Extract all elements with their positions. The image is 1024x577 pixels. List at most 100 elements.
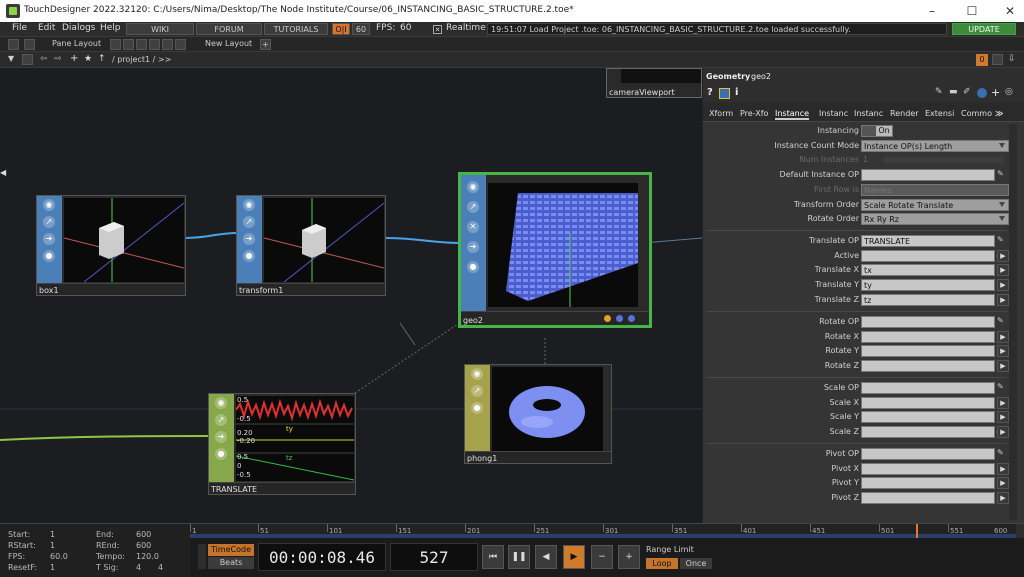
node-cameraviewport[interactable]: cameraViewport — [606, 68, 702, 98]
timecode-toggle[interactable]: TimeCode — [208, 544, 254, 556]
op-picker-icon[interactable]: ✎ — [997, 382, 1004, 391]
arrow-right-icon[interactable]: ▶ — [997, 492, 1009, 504]
viewer-icon[interactable]: ◉ — [43, 199, 55, 211]
minus-icon[interactable]: − — [591, 545, 613, 569]
frame-display[interactable]: 527 — [390, 543, 478, 571]
rend-value[interactable]: 600 — [136, 541, 151, 550]
next-icon[interactable]: ➜ — [467, 241, 479, 253]
arrow-right-icon[interactable]: ▶ — [997, 411, 1009, 423]
timecode-handle[interactable] — [198, 544, 206, 569]
timeline-side-handle[interactable] — [1016, 524, 1024, 538]
tab-xform[interactable]: Xform — [709, 109, 733, 118]
op-picker-icon[interactable]: ✎ — [997, 448, 1004, 457]
menu-help[interactable]: Help — [100, 23, 121, 33]
tutorials-button[interactable]: TUTORIALS — [264, 23, 328, 35]
step-back-icon[interactable]: ◀ — [535, 545, 557, 569]
viewer-icon[interactable]: ◉ — [467, 181, 479, 193]
pivot-y-field[interactable] — [861, 477, 995, 489]
forum-button[interactable]: FORUM — [196, 23, 262, 35]
pivot-x-field[interactable] — [861, 463, 995, 475]
geo2-pick-flag-icon[interactable] — [628, 315, 635, 322]
lock-icon[interactable]: ● — [215, 448, 227, 460]
menu-edit[interactable]: Edit — [38, 23, 55, 33]
bypass-icon[interactable]: ↗ — [471, 385, 483, 397]
instancing-toggle[interactable]: On — [861, 125, 893, 137]
rotate-z-field[interactable] — [861, 360, 995, 372]
lock-icon[interactable]: ● — [467, 261, 479, 273]
rotate-op-field[interactable] — [861, 316, 995, 328]
lock-icon[interactable]: ● — [471, 402, 483, 414]
node-box1[interactable]: ◉ ↗ ➜ ● box1 — [36, 195, 186, 296]
arrow-right-icon[interactable]: ▶ — [997, 426, 1009, 438]
translate-y-field[interactable]: ty — [861, 279, 995, 291]
menu-file[interactable]: File — [12, 23, 27, 33]
layout-1-icon[interactable] — [110, 39, 121, 50]
network-path[interactable]: / project1 / >> — [112, 55, 171, 64]
node-translate[interactable]: ◉ ↗ ➜ ● 0.5 -0.5 0.20 -0.20 ty 0.5 0 -0.… — [208, 393, 356, 495]
geo2-display-flag-icon[interactable] — [616, 315, 623, 322]
close-icon[interactable]: ✕ — [467, 221, 479, 233]
instance-count-mode-select[interactable]: Instance OP(s) Length — [861, 140, 1009, 152]
rewind-icon[interactable]: ⏮ — [482, 545, 504, 569]
tabs-more-icon[interactable]: ≫ — [995, 109, 1003, 118]
translate-op-field[interactable]: TRANSLATE — [861, 235, 995, 247]
tab-instance[interactable]: Instance — [775, 109, 810, 120]
translate-x-field[interactable]: tx — [861, 264, 995, 276]
star-icon[interactable]: ★ — [84, 54, 92, 64]
up-icon[interactable]: ↑ — [98, 54, 106, 64]
wiki-button[interactable]: WIKI — [126, 23, 194, 35]
layout-5-icon[interactable] — [162, 39, 173, 50]
rotate-order-select[interactable]: Rx Ry Rz — [861, 213, 1009, 225]
scale-op-field[interactable] — [861, 382, 995, 394]
pause-icon[interactable]: ❚❚ — [508, 545, 530, 569]
tab-pre-xform[interactable]: Pre-Xfo — [740, 109, 768, 118]
new-layout-label[interactable]: New Layout — [205, 39, 252, 48]
pane-menu-icon[interactable] — [992, 54, 1003, 65]
lock-icon[interactable]: ● — [43, 250, 55, 262]
pane-icon[interactable] — [8, 39, 19, 50]
add-icon[interactable]: + — [991, 86, 1000, 99]
timeline-ruler[interactable]: 1 51 101 151 201 251 301 351 401 451 501… — [190, 524, 1016, 538]
collapse-left-icon[interactable]: ◀ — [0, 168, 6, 186]
node-phong1[interactable]: ◉ ↗ ● phong1 — [464, 364, 612, 464]
python-help-icon[interactable] — [719, 88, 730, 99]
arrow-right-icon[interactable]: ▶ — [997, 264, 1009, 276]
bypass-icon[interactable]: ↗ — [215, 414, 227, 426]
close-icon[interactable]: ✕ — [1002, 3, 1018, 19]
stop-icon[interactable] — [22, 54, 33, 65]
fps-target[interactable]: 60 — [352, 23, 370, 35]
pivot-z-field[interactable] — [861, 492, 995, 504]
forward-icon[interactable]: ⇨ — [54, 54, 62, 64]
loop-toggle[interactable]: Loop — [646, 558, 678, 569]
node-transform1[interactable]: ◉ ↗ ➜ ● transform1 — [236, 195, 386, 296]
tab-instance-2[interactable]: Instanc — [819, 109, 848, 118]
layout-3-icon[interactable] — [136, 39, 147, 50]
layout-6-icon[interactable] — [175, 39, 186, 50]
download-icon[interactable]: ⇩ — [1008, 54, 1016, 64]
back-icon[interactable]: ⇦ — [40, 54, 48, 64]
beats-toggle[interactable]: Beats — [208, 557, 254, 569]
next-icon[interactable]: ➜ — [43, 233, 55, 245]
arrow-right-icon[interactable]: ▶ — [997, 477, 1009, 489]
play-icon[interactable]: ▶ — [563, 545, 585, 569]
layout-4-icon[interactable] — [149, 39, 160, 50]
info-icon[interactable]: i — [735, 87, 738, 98]
scale-y-field[interactable] — [861, 411, 995, 423]
next-icon[interactable]: ➜ — [215, 431, 227, 443]
viewer-icon[interactable]: ◉ — [215, 397, 227, 409]
bypass-icon[interactable]: ↗ — [467, 201, 479, 213]
fps-setting-value[interactable]: 60.0 — [50, 552, 68, 561]
tsig-value-2[interactable]: 4 — [158, 563, 163, 572]
lock-icon[interactable]: ● — [243, 250, 255, 262]
tempo-value[interactable]: 120.0 — [136, 552, 159, 561]
rotate-x-field[interactable] — [861, 331, 995, 343]
bypass-icon[interactable]: ↗ — [243, 216, 255, 228]
add-icon[interactable]: + — [70, 53, 78, 64]
pivot-op-field[interactable] — [861, 448, 995, 460]
chevron-down-icon[interactable]: ▼ — [8, 54, 14, 63]
arrow-right-icon[interactable]: ▶ — [997, 463, 1009, 475]
maximize-icon[interactable]: ☐ — [964, 3, 980, 19]
brush-icon[interactable]: ✐ — [963, 87, 971, 97]
scale-z-field[interactable] — [861, 426, 995, 438]
timecode-display[interactable]: 00:00:08.46 — [258, 543, 386, 571]
